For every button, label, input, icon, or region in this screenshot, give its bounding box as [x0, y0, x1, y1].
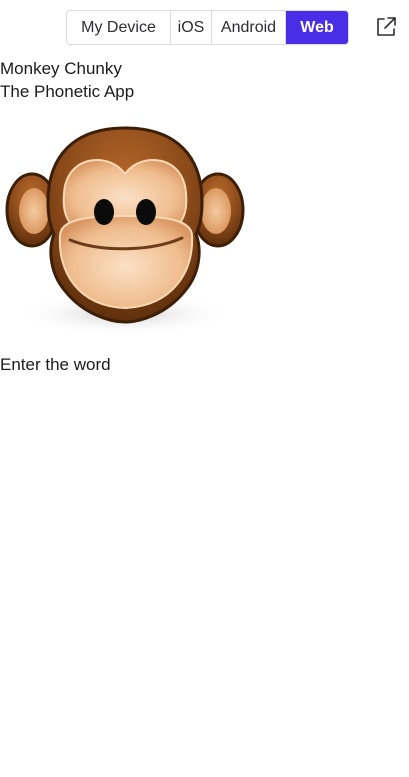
monkey-logo-icon: [4, 124, 246, 340]
app-title-line-1: Monkey Chunky: [0, 59, 122, 78]
open-external-icon[interactable]: [374, 15, 398, 39]
app-title: Monkey Chunky The Phonetic App: [0, 57, 134, 103]
tab-ios[interactable]: iOS: [171, 11, 212, 44]
tab-my-device[interactable]: My Device: [67, 11, 171, 44]
platform-switcher: My Device iOS Android Web: [66, 10, 349, 45]
app-title-line-2: The Phonetic App: [0, 82, 135, 101]
enter-word-label: Enter the word: [0, 355, 111, 374]
tab-web[interactable]: Web: [286, 11, 348, 44]
tab-android[interactable]: Android: [212, 11, 286, 44]
preview-page: My Device iOS Android Web Monkey Chunky …: [0, 0, 409, 777]
